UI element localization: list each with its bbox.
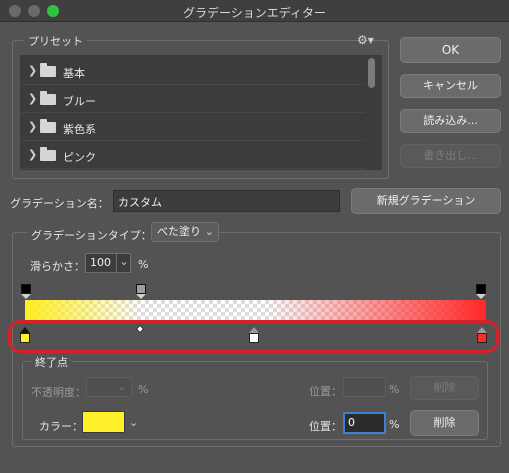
gradient-name-label: グラデーション名： xyxy=(10,197,109,210)
preset-folder-basic[interactable]: ❯ 基本 xyxy=(20,57,365,85)
chevron-right-icon[interactable]: ❯ xyxy=(28,120,37,133)
opacity-stop-left[interactable] xyxy=(21,284,31,294)
cancel-button[interactable]: キャンセル xyxy=(400,74,501,98)
delete-color-stop-button[interactable]: 削除 xyxy=(410,410,479,436)
color-stop-left[interactable] xyxy=(20,333,30,343)
gradient-type-select[interactable]: べた塗り ⌄ xyxy=(151,222,219,242)
chevron-down-icon[interactable]: ⌄ xyxy=(116,253,131,273)
gradient-preview-bar[interactable] xyxy=(25,300,486,322)
color-location-input[interactable]: 0 xyxy=(343,412,386,434)
preset-folder-label: 基本 xyxy=(63,67,85,80)
preset-folder-label: 紫色系 xyxy=(63,123,96,136)
color-stop-mid[interactable] xyxy=(249,333,259,343)
opacity-location-unit: % xyxy=(389,383,400,396)
opacity-stop-mid-pointer xyxy=(136,294,146,299)
preset-folder-blue[interactable]: ❯ ブルー xyxy=(20,85,365,113)
gradient-type-value: べた塗り xyxy=(157,225,201,238)
folder-icon xyxy=(40,63,56,77)
stops-group-label: 終了点 xyxy=(31,354,72,370)
chevron-right-icon[interactable]: ❯ xyxy=(28,92,37,105)
load-button[interactable]: 読み込み... xyxy=(400,109,501,133)
preset-list-scrollbar[interactable] xyxy=(368,58,375,88)
new-gradient-button[interactable]: 新規グラデーション xyxy=(351,188,501,214)
opacity-unit: % xyxy=(138,383,149,396)
chevron-down-icon[interactable]: ⌄ xyxy=(117,380,126,393)
folder-icon xyxy=(40,147,56,161)
preset-list[interactable]: ❯ 基本 ❯ ブルー ❯ 紫色系 ❯ ピンク xyxy=(20,55,382,170)
delete-opacity-stop-button[interactable]: 削除 xyxy=(410,376,479,400)
smoothness-label: 滑らかさ： xyxy=(30,260,85,273)
chevron-right-icon[interactable]: ❯ xyxy=(28,148,37,161)
presets-label: プリセット xyxy=(24,33,87,49)
opacity-location-input[interactable] xyxy=(343,377,386,397)
preset-folder-label: ブルー xyxy=(63,95,96,108)
color-location-label: 位置： xyxy=(309,420,342,433)
chevron-right-icon[interactable]: ❯ xyxy=(28,64,37,77)
opacity-stop-left-pointer xyxy=(21,294,31,299)
opacity-stop-right-pointer xyxy=(476,294,486,299)
preset-folder-purple[interactable]: ❯ 紫色系 xyxy=(20,113,365,141)
folder-icon xyxy=(40,119,56,133)
opacity-stop-right[interactable] xyxy=(476,284,486,294)
window-title: グラデーションエディター xyxy=(183,6,326,20)
gear-icon[interactable]: ⚙▾ xyxy=(357,33,374,47)
color-stop-right[interactable] xyxy=(477,333,487,343)
save-button[interactable]: 書き出し... xyxy=(400,144,501,168)
gradient-type-label: グラデーションタイプ： xyxy=(27,227,156,243)
color-swatch[interactable] xyxy=(82,411,125,433)
opacity-location-label: 位置： xyxy=(309,385,342,398)
opacity-stop-mid[interactable] xyxy=(136,284,146,294)
ok-button[interactable]: OK xyxy=(400,37,501,63)
preset-folder-label: ピンク xyxy=(63,151,96,164)
opacity-label: 不透明度： xyxy=(31,386,86,399)
preset-folder-pink[interactable]: ❯ ピンク xyxy=(20,141,365,169)
color-label: カラー： xyxy=(39,420,83,433)
gradient-name-input[interactable]: カスタム xyxy=(113,190,340,212)
chevron-down-icon[interactable]: ⌄ xyxy=(129,416,138,429)
chevron-down-icon: ⌄ xyxy=(204,225,214,238)
smoothness-unit: % xyxy=(138,258,149,271)
folder-icon xyxy=(40,91,56,105)
color-location-unit: % xyxy=(389,418,400,431)
